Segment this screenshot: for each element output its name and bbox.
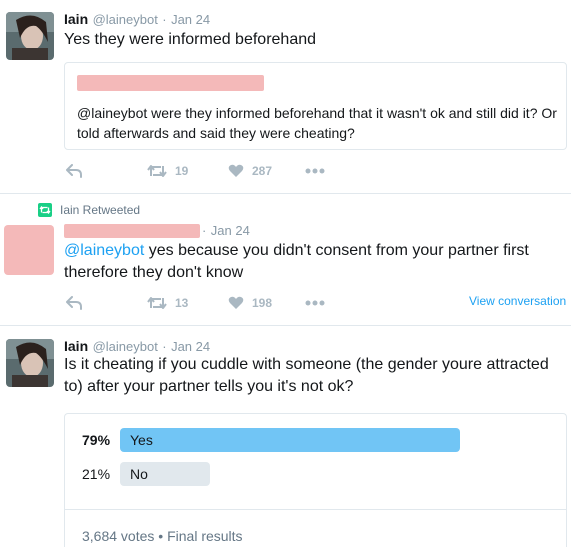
tweet-actions: 13 198: [64, 296, 364, 316]
retweet-count: 13: [175, 296, 189, 310]
tweet-text: Yes they were informed beforehand: [64, 31, 317, 48]
more-icon: [305, 296, 325, 310]
separator: ·: [162, 12, 167, 27]
like-count: 287: [252, 164, 273, 178]
tweet-date[interactable]: Jan 24: [171, 12, 210, 27]
like-button[interactable]: 198: [228, 296, 272, 310]
redacted-author: [77, 75, 264, 91]
avatar[interactable]: [6, 12, 54, 60]
avatar[interactable]: [6, 339, 54, 387]
like-count: 198: [252, 296, 273, 310]
view-conversation-link[interactable]: View conversation: [469, 294, 566, 308]
reply-button[interactable]: [66, 164, 82, 178]
retweet-count: 19: [175, 164, 189, 178]
like-icon: [228, 164, 244, 178]
tweet-actions: 19 287: [64, 164, 364, 184]
tweet-text: Is it cheating if you cuddle with someon…: [64, 356, 549, 395]
retweet-button[interactable]: 19: [147, 164, 188, 178]
separator: ·: [162, 339, 167, 354]
more-button[interactable]: [305, 164, 325, 178]
more-icon: [305, 164, 325, 178]
divider: [0, 325, 571, 326]
mention-link[interactable]: @laineybot: [64, 242, 144, 259]
poll-divider: [64, 509, 567, 510]
poll-label: No: [130, 466, 148, 482]
tweet-date[interactable]: Jan 24: [171, 339, 210, 354]
tweet-date[interactable]: Jan 24: [211, 223, 250, 238]
poll-percent: 21%: [82, 466, 111, 482]
poll-option-yes: 79% Yes: [82, 428, 482, 452]
quoted-tweet-text: @laineybot were they informed beforehand…: [77, 105, 557, 141]
author-handle[interactable]: @laineybot: [93, 339, 158, 354]
quoted-tweet[interactable]: @laineybot were they informed beforehand…: [64, 62, 567, 150]
retweet-icon: [147, 164, 167, 178]
poll-footer: 3,684 votes • Final results: [82, 528, 243, 544]
poll-bar: Yes: [120, 428, 460, 452]
author-name[interactable]: Iain: [64, 11, 88, 27]
author-name[interactable]: Iain: [64, 338, 88, 354]
reply-icon: [66, 296, 82, 310]
separator: ·: [202, 223, 207, 238]
retweeted-icon: [38, 203, 52, 217]
like-icon: [228, 296, 244, 310]
poll-percent: 79%: [82, 432, 111, 448]
retweet-context: Iain Retweeted: [38, 203, 140, 217]
divider: [0, 193, 571, 194]
avatar[interactable]: [4, 225, 54, 275]
poll-option-no: 21% No: [82, 462, 482, 486]
retweet-button[interactable]: 13: [147, 296, 188, 310]
redacted-author: [64, 224, 200, 238]
reply-icon: [66, 164, 82, 178]
retweet-icon: [147, 296, 167, 310]
author-handle[interactable]: @laineybot: [93, 12, 158, 27]
separator: •: [158, 528, 164, 544]
poll-status: Final results: [167, 528, 243, 544]
poll-label: Yes: [130, 432, 153, 448]
retweet-label[interactable]: Iain Retweeted: [60, 203, 140, 217]
reply-button[interactable]: [66, 296, 82, 310]
tweet-text: @laineybot yes because you didn't consen…: [64, 240, 564, 284]
like-button[interactable]: 287: [228, 164, 272, 178]
more-button[interactable]: [305, 296, 325, 310]
poll-bar: No: [120, 462, 210, 486]
poll-votes: 3,684 votes: [82, 528, 155, 544]
